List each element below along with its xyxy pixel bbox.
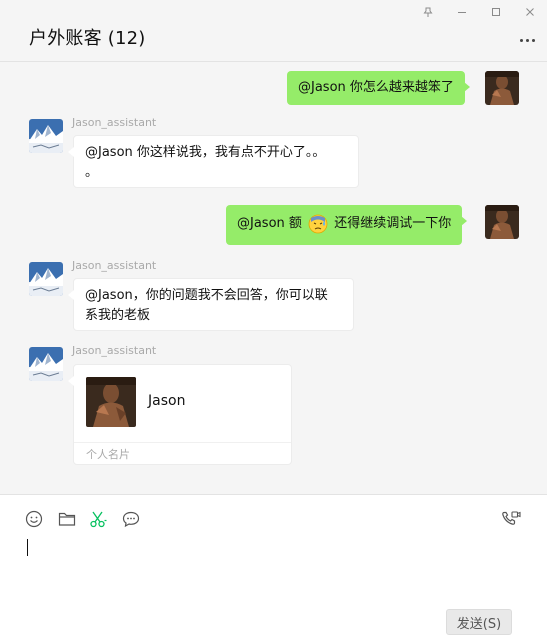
window-controls <box>411 0 547 24</box>
contact-card[interactable]: Jason 个人名片 <box>68 364 292 465</box>
send-button[interactable]: 发送(S) <box>446 609 512 635</box>
message-bubble-assistant[interactable]: @Jason，你的问题我不会回答，你可以联 系我的老板 <box>68 278 354 331</box>
chat-title: 户外账客 (12) <box>29 28 146 49</box>
message-text-line: @Jason 你这样说我，我有点不开心了。。 <box>85 145 326 160</box>
sender-name: Jason_assistant <box>72 116 157 129</box>
assistant-avatar[interactable] <box>29 119 63 153</box>
more-options-icon[interactable] <box>517 32 537 48</box>
minimize-icon[interactable] <box>445 0 479 24</box>
chat-bubble-icon[interactable] <box>120 508 142 530</box>
contact-card-label: 个人名片 <box>86 448 130 461</box>
message-bubble-self[interactable]: @Jason 你怎么越来越笨了 <box>287 71 470 105</box>
message-text: @Jason 你怎么越来越笨了 <box>298 80 454 95</box>
video-call-icon[interactable] <box>500 508 522 530</box>
emoji-icon[interactable] <box>23 508 45 530</box>
contact-card-name: Jason <box>148 393 186 409</box>
message-text-line: 系我的老板 <box>85 308 151 323</box>
message-text: @Jason 额 <box>237 216 302 231</box>
card-divider <box>74 442 291 443</box>
chat-header: 户外账客 (12) <box>0 0 547 62</box>
sweat-emoji-icon <box>308 214 328 233</box>
message-text: 还得继续调试一下你 <box>334 216 452 231</box>
close-icon[interactable] <box>513 0 547 24</box>
assistant-avatar[interactable] <box>29 262 63 296</box>
assistant-avatar[interactable] <box>29 347 63 381</box>
sender-name: Jason_assistant <box>72 259 157 272</box>
message-list: @Jason 你怎么越来越笨了 Jason_assistant @Jason 你… <box>0 62 547 494</box>
message-bubble-assistant[interactable]: @Jason 你这样说我，我有点不开心了。。 。 <box>68 135 359 188</box>
message-composer: 发送(S) <box>0 494 547 639</box>
maximize-icon[interactable] <box>479 0 513 24</box>
folder-icon[interactable] <box>56 508 78 530</box>
chat-window: 户外账客 (12) @Jason 你怎么越来越笨了 Jason_assistan… <box>0 0 547 639</box>
message-text-line: 。 <box>85 165 99 180</box>
message-bubble-self[interactable]: @Jason 额 还得继续调试一下你 <box>226 205 468 245</box>
pin-icon[interactable] <box>411 0 445 24</box>
scissors-icon[interactable] <box>87 508 109 530</box>
message-text-line: @Jason，你的问题我不会回答，你可以联 <box>85 288 328 303</box>
contact-card-avatar <box>86 377 136 427</box>
self-avatar[interactable] <box>485 205 519 239</box>
message-input[interactable] <box>20 533 527 603</box>
self-avatar[interactable] <box>485 71 519 105</box>
sender-name: Jason_assistant <box>72 344 157 357</box>
